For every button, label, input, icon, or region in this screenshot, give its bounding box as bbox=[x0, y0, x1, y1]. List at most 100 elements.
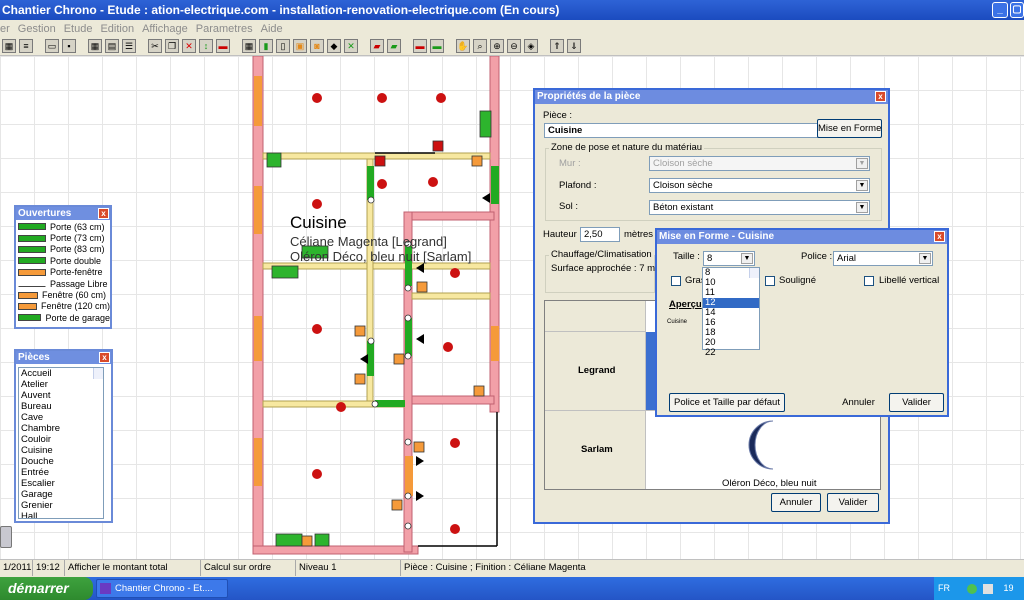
police-select[interactable]: Arial ▼ bbox=[833, 251, 933, 266]
menu-affichage[interactable]: Affichage bbox=[142, 23, 188, 35]
libelle-vertical-checkbox[interactable] bbox=[864, 276, 874, 286]
ouverture-item[interactable]: Porte (83 cm) bbox=[16, 244, 110, 255]
mef-close-button[interactable]: x bbox=[934, 231, 945, 242]
ouvertures-close-button[interactable]: x bbox=[98, 208, 109, 219]
police-defaut-button[interactable]: Police et Taille par défaut bbox=[669, 393, 785, 412]
list-item[interactable]: Cave bbox=[19, 412, 103, 423]
outlet-icon[interactable]: ◙ bbox=[310, 39, 324, 53]
save-icon[interactable]: ▪ bbox=[62, 39, 76, 53]
wall-grid-icon[interactable]: ▦ bbox=[242, 39, 256, 53]
mef-annuler-button[interactable]: Annuler bbox=[833, 393, 884, 412]
bar-red-icon[interactable]: ▬ bbox=[413, 39, 427, 53]
volume-icon[interactable] bbox=[983, 583, 994, 594]
menu-gestion[interactable]: Gestion bbox=[18, 23, 56, 35]
list-item[interactable]: Atelier bbox=[19, 379, 103, 390]
ouverture-item[interactable]: Fenêtre (120 cm) bbox=[16, 301, 110, 312]
table-icon[interactable]: ▤ bbox=[105, 39, 119, 53]
menu-fichier[interactable]: er bbox=[0, 23, 10, 35]
zoom-fit-icon[interactable]: ◈ bbox=[524, 39, 538, 53]
furniture-icon[interactable]: ▬ bbox=[216, 39, 230, 53]
gras-checkbox[interactable] bbox=[671, 276, 681, 286]
status-calcul[interactable]: Calcul sur ordre bbox=[201, 560, 296, 576]
cut-icon[interactable]: ✂ bbox=[148, 39, 162, 53]
ouverture-item[interactable]: Porte-fenêtre bbox=[16, 267, 110, 278]
chevron-down-icon[interactable]: ▼ bbox=[856, 202, 868, 213]
mise-en-forme-button[interactable]: Mise en Forme bbox=[817, 119, 882, 138]
chevron-down-icon[interactable]: ▼ bbox=[741, 253, 753, 264]
calculator-icon[interactable]: ▦ bbox=[2, 39, 16, 53]
arrow-up-icon[interactable]: ⇑ bbox=[550, 39, 564, 53]
delete-icon[interactable]: ✕ bbox=[182, 39, 196, 53]
list-item[interactable]: Cuisine bbox=[19, 445, 103, 456]
sol-select[interactable]: Béton existant ▼ bbox=[649, 200, 870, 215]
ouverture-item[interactable]: Porte (63 cm) bbox=[16, 221, 110, 232]
props-close-button[interactable]: x bbox=[875, 91, 886, 102]
props-annuler-button[interactable]: Annuler bbox=[771, 493, 821, 512]
pieces-scrollbar[interactable] bbox=[93, 368, 103, 379]
zoom-in-icon[interactable]: ⊕ bbox=[490, 39, 504, 53]
list-icon[interactable]: ☰ bbox=[122, 39, 136, 53]
plafond-select[interactable]: Cloison sèche ▼ bbox=[649, 178, 870, 193]
list-item[interactable]: Couloir bbox=[19, 434, 103, 445]
list-item[interactable]: Chambre bbox=[19, 423, 103, 434]
taille-dropdown[interactable]: 8 10 11 12 14 16 18 20 22 bbox=[702, 267, 760, 358]
door-icon[interactable]: ▮ bbox=[259, 39, 273, 53]
ouverture-item[interactable]: Porte (73 cm) bbox=[16, 232, 110, 243]
tag-icon[interactable]: ▰ bbox=[370, 39, 384, 53]
menu-etude[interactable]: Etude bbox=[64, 23, 93, 35]
menu-parametres[interactable]: Parametres bbox=[196, 23, 253, 35]
list-item[interactable]: Garage bbox=[19, 489, 103, 500]
zoom-icon[interactable]: ⌕ bbox=[473, 39, 487, 53]
props-valider-button[interactable]: Valider bbox=[827, 493, 879, 512]
grid-icon[interactable]: ▦ bbox=[88, 39, 102, 53]
souligne-checkbox[interactable] bbox=[765, 276, 775, 286]
taille-select[interactable]: 8 ▼ bbox=[703, 251, 755, 266]
chevron-down-icon[interactable]: ▼ bbox=[919, 253, 931, 264]
menu-aide[interactable]: Aide bbox=[261, 23, 283, 35]
maximize-button[interactable]: ▢ bbox=[1010, 2, 1024, 18]
pieces-list[interactable]: Accueil Atelier Auvent Bureau Cave Chamb… bbox=[18, 367, 104, 519]
cross-icon[interactable]: ✕ bbox=[344, 39, 358, 53]
piece-name-field[interactable]: Cuisine bbox=[544, 123, 819, 138]
start-button[interactable]: démarrer bbox=[0, 577, 93, 600]
language-indicator[interactable]: FR bbox=[938, 583, 950, 593]
stack-icon[interactable]: ≡ bbox=[19, 39, 33, 53]
list-item[interactable]: Grenier bbox=[19, 500, 103, 511]
chevron-down-icon[interactable]: ▼ bbox=[856, 180, 868, 191]
ouverture-item[interactable]: Porte de garage bbox=[16, 312, 110, 323]
trash-icon[interactable] bbox=[0, 526, 12, 548]
room-icon[interactable]: ▣ bbox=[293, 39, 307, 53]
taskbar-app-button[interactable]: Chantier Chrono - Et.... bbox=[96, 579, 228, 598]
dropdown-scrollbar[interactable] bbox=[749, 268, 759, 278]
ouverture-item[interactable]: Porte double bbox=[16, 255, 110, 266]
list-item[interactable]: Escalier bbox=[19, 478, 103, 489]
ouverture-item[interactable]: Fenêtre (60 cm) bbox=[16, 289, 110, 300]
ouverture-item[interactable]: Passage Libre bbox=[16, 278, 110, 289]
zoom-out-icon[interactable]: ⊖ bbox=[507, 39, 521, 53]
move-icon[interactable]: ↕ bbox=[199, 39, 213, 53]
list-item[interactable]: Auvent bbox=[19, 390, 103, 401]
pieces-close-button[interactable]: x bbox=[99, 352, 110, 363]
list-item[interactable]: Accueil bbox=[19, 368, 103, 379]
menu-edition[interactable]: Edition bbox=[100, 23, 134, 35]
status-montant[interactable]: Afficher le montant total bbox=[65, 560, 201, 576]
list-item[interactable]: Hall bbox=[19, 511, 103, 518]
arrow-down-icon[interactable]: ⇓ bbox=[567, 39, 581, 53]
hand-icon[interactable]: ✋ bbox=[456, 39, 470, 53]
network-icon[interactable] bbox=[966, 583, 977, 594]
copy-icon[interactable]: ❐ bbox=[165, 39, 179, 53]
list-item[interactable]: Bureau bbox=[19, 401, 103, 412]
sarlam-finish-icon[interactable] bbox=[745, 417, 781, 473]
tag2-icon[interactable]: ▰ bbox=[387, 39, 401, 53]
list-item[interactable]: Douche bbox=[19, 456, 103, 467]
size-option[interactable]: 22 bbox=[703, 348, 759, 358]
list-item[interactable]: Entrée bbox=[19, 467, 103, 478]
bar-green-icon[interactable]: ▬ bbox=[430, 39, 444, 53]
mef-valider-button[interactable]: Valider bbox=[889, 393, 944, 412]
window-icon[interactable]: ▯ bbox=[276, 39, 290, 53]
room-name-label[interactable]: Cuisine bbox=[290, 213, 347, 233]
hauteur-field[interactable]: 2,50 bbox=[580, 227, 620, 242]
open-folder-icon[interactable]: ▭ bbox=[45, 39, 59, 53]
light-icon[interactable]: ◆ bbox=[327, 39, 341, 53]
minimize-button[interactable]: _ bbox=[992, 2, 1008, 18]
